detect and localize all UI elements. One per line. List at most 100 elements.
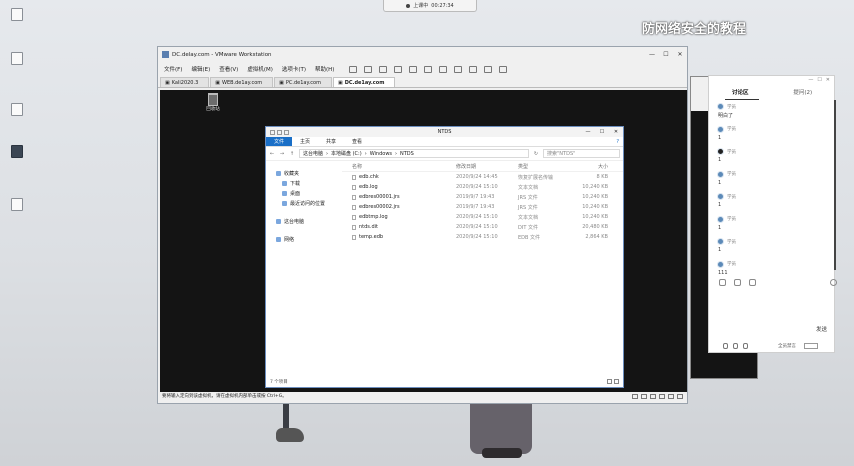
recent-icon (282, 200, 287, 206)
vmware-title: DC.delay.com - VMware Workstation (172, 51, 272, 58)
details-view-icon[interactable] (607, 379, 612, 384)
file-row[interactable]: edbtmp.log 2020/9/24 15:10 文本文档 10,240 K… (342, 212, 623, 222)
network-icon[interactable] (650, 393, 656, 399)
path-segment[interactable]: 这台电脑 (303, 150, 323, 157)
path-segment[interactable]: NTDS (400, 151, 414, 157)
minimize-button[interactable]: — (645, 51, 659, 58)
forward-icon[interactable]: → (279, 151, 285, 157)
nav-recent[interactable]: 最近访问的位置 (266, 198, 342, 208)
file-size: 2,864 KB (585, 234, 608, 240)
unity-icon[interactable] (439, 65, 448, 73)
nav-favorites[interactable]: 收藏夹 (266, 168, 342, 178)
stretch-icon[interactable] (499, 65, 508, 73)
file-icon (352, 204, 356, 210)
ribbon-tab-share[interactable]: 共享 (318, 137, 344, 146)
menu-vm[interactable]: 虚拟机(M) (247, 65, 273, 73)
file-row[interactable]: edb.chk 2020/9/24 14:45 恢复扩展名传输 8 KB (342, 172, 623, 182)
snapshot-icon[interactable] (379, 65, 388, 73)
nav-this-pc[interactable]: 这台电脑 (266, 216, 342, 226)
nav-network[interactable]: 网络 (266, 234, 342, 244)
up-icon[interactable]: ↑ (289, 151, 295, 157)
send-keys-icon[interactable] (364, 65, 373, 73)
menu-edit[interactable]: 编辑(E) (191, 65, 210, 73)
image-icon[interactable] (749, 279, 756, 286)
nav-desktop[interactable]: 桌面 (266, 188, 342, 198)
pause-icon[interactable] (349, 65, 358, 73)
thumbnail-icon[interactable] (454, 65, 463, 73)
desktop-icon[interactable] (3, 103, 31, 117)
menu-file[interactable]: 文件(F) (164, 65, 182, 73)
message-list: 学员 明白了 学员 1 学员 1 学员 1 学员 1 学员 1 学员 1 学员 (717, 103, 829, 283)
path-segment[interactable]: Windows (370, 151, 392, 157)
console-icon[interactable] (484, 65, 493, 73)
ribbon-tab-home[interactable]: 主页 (292, 137, 318, 146)
address-bar[interactable]: 这台电脑 › 本地磁盘 (C:) › Windows › NTDS (299, 149, 529, 158)
back-icon[interactable]: ← (269, 151, 275, 157)
file-row[interactable]: temp.edb 2020/9/24 15:10 EDB 文件 2,864 KB (342, 232, 623, 242)
speaker-icon[interactable] (733, 343, 738, 349)
nav-downloads[interactable]: 下载 (266, 178, 342, 188)
file-row[interactable]: edbres00001.jrs 2019/9/7 19:43 JRS 文件 10… (342, 192, 623, 202)
cd-icon[interactable] (641, 393, 647, 399)
desktop-icon[interactable] (3, 52, 31, 66)
recycle-bin[interactable]: 回收站 (202, 93, 224, 112)
download-icon (282, 180, 287, 186)
file-explorer-window[interactable]: NTDS — ☐ ✕ 文件 主页 共享 查看 ? ← → ↑ 这台电脑 › 本地… (265, 126, 624, 388)
scissors-icon[interactable] (734, 279, 741, 286)
tab-discussion[interactable]: 讨论区 (709, 88, 772, 96)
tab-web[interactable]: ▣ WEB.de1ay.com (210, 77, 274, 87)
sound-icon[interactable] (668, 393, 674, 399)
close-button[interactable]: ✕ (826, 77, 830, 83)
settings-icon[interactable] (830, 279, 837, 286)
minimize-button[interactable]: — (808, 77, 813, 83)
chevron-right-icon: › (364, 150, 367, 157)
phone-icon[interactable] (743, 343, 748, 349)
ribbon-tab-file[interactable]: 文件 (266, 137, 293, 146)
message-user: 学员 (727, 149, 736, 155)
vmware-title-bar[interactable]: DC.delay.com - VMware Workstation — ☐ ✕ (158, 47, 687, 62)
usb-icon[interactable] (659, 393, 665, 399)
ribbon-tab-view[interactable]: 查看 (344, 137, 370, 146)
desktop-icon[interactable] (3, 8, 31, 22)
desktop-icon[interactable] (3, 145, 31, 159)
path-segment[interactable]: 本地磁盘 (C:) (331, 150, 362, 157)
menu-view[interactable]: 查看(V) (219, 65, 238, 73)
full-screen-icon[interactable] (424, 65, 433, 73)
large-icons-view-icon[interactable] (614, 379, 619, 384)
discussion-panel[interactable]: — ☐ ✕ 讨论区 提问(2) 学员 明白了 学员 1 学员 1 学员 1 学员… (708, 75, 837, 353)
tab-kali[interactable]: ▣ Kali2020.3 (160, 77, 210, 87)
column-type[interactable]: 类型 (518, 163, 568, 170)
microphone-icon[interactable] (723, 343, 728, 349)
column-name[interactable]: 名称 (342, 163, 456, 170)
menu-help[interactable]: 帮助(H) (315, 65, 334, 73)
manage-snapshots-icon[interactable] (409, 65, 418, 73)
vm-screen[interactable]: 回收站 NTDS — ☐ ✕ 文件 主页 共享 查看 ? ← → ↑ 这台电脑 … (160, 90, 687, 392)
tab-pc[interactable]: ▣ PC.de1ay.com (274, 77, 332, 87)
maximize-button[interactable]: ☐ (659, 51, 673, 58)
close-button[interactable]: ✕ (673, 51, 687, 58)
file-row[interactable]: edbres00002.jrs 2019/9/7 19:43 JRS 文件 10… (342, 202, 623, 212)
tab-questions[interactable]: 提问(2) (772, 88, 835, 96)
help-icon[interactable]: ? (616, 139, 623, 145)
column-date[interactable]: 修改日期 (456, 163, 518, 170)
display-icon[interactable] (677, 393, 683, 399)
emoji-icon[interactable] (719, 279, 726, 286)
recording-bar[interactable]: 上课中 00:27:34 (383, 0, 477, 12)
explorer-title-bar[interactable]: NTDS — ☐ ✕ (266, 127, 623, 137)
send-button[interactable]: 发送 (816, 325, 827, 333)
file-row[interactable]: edb.log 2020/9/24 15:10 文本文档 10,240 KB (342, 182, 623, 192)
tab-dc[interactable]: ▣ DC.de1ay.com (332, 77, 396, 87)
column-size[interactable]: 大小 (568, 163, 608, 170)
search-input[interactable]: 搜索"NTDS" (543, 149, 620, 158)
mute-all-toggle[interactable] (804, 343, 818, 349)
revert-snapshot-icon[interactable] (394, 65, 403, 73)
refresh-icon[interactable]: ↻ (533, 151, 539, 157)
menu-tabs[interactable]: 选项卡(T) (282, 65, 306, 73)
vmware-window[interactable]: DC.delay.com - VMware Workstation — ☐ ✕ … (157, 46, 688, 404)
file-row[interactable]: ntds.dit 2020/9/24 15:10 DIT 文件 20,480 K… (342, 222, 623, 232)
library-icon[interactable] (469, 65, 478, 73)
hdd-icon[interactable] (632, 393, 638, 399)
chat-scrollbar[interactable] (834, 100, 836, 270)
desktop-icon[interactable] (3, 198, 31, 212)
maximize-button[interactable]: ☐ (817, 77, 821, 83)
